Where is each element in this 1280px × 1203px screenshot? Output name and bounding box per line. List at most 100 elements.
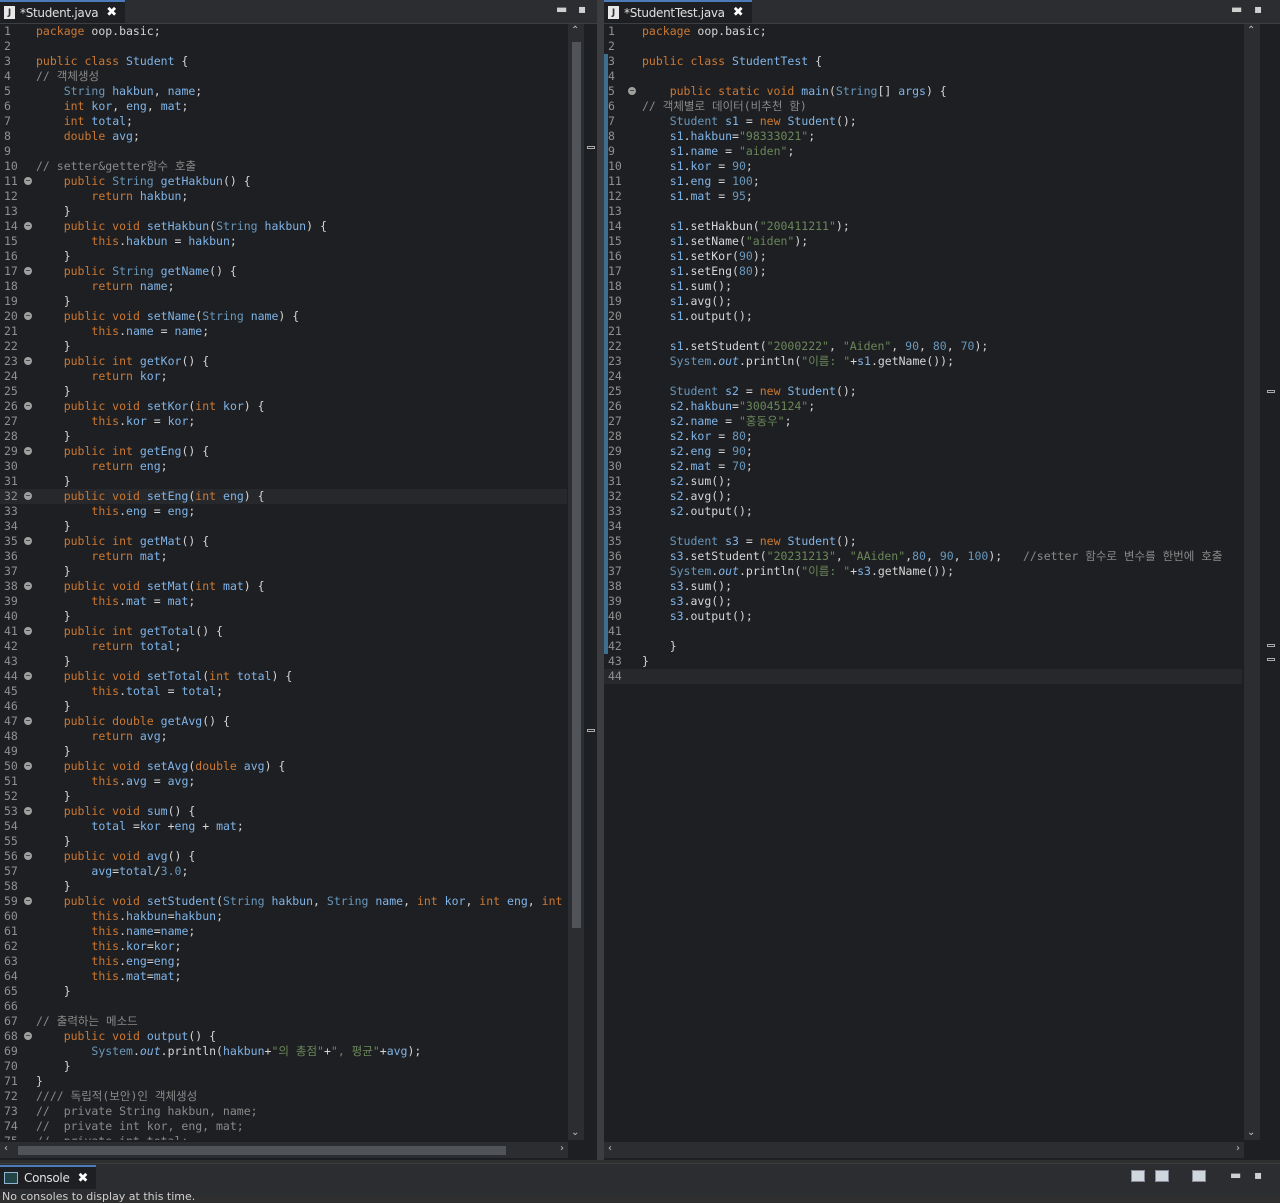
code-line[interactable]: 58 }	[0, 879, 567, 894]
code-line[interactable]: 70 }	[0, 1059, 567, 1074]
code-line[interactable]: 28 s2.kor = 80;	[604, 429, 1242, 444]
fold-toggle-icon[interactable]: −	[24, 897, 32, 905]
code-line[interactable]: 56− public void avg() {	[0, 849, 567, 864]
code-line[interactable]: 13	[604, 204, 1242, 219]
horizontal-scrollbar[interactable]: ‹ ›	[0, 1142, 568, 1158]
code-line[interactable]: 9	[0, 144, 567, 159]
fold-toggle-icon[interactable]: −	[24, 852, 32, 860]
code-line[interactable]: 18 s1.sum();	[604, 279, 1242, 294]
scroll-right-icon[interactable]: ›	[1236, 1143, 1240, 1154]
code-line[interactable]: 1 package oop.basic;	[0, 24, 567, 39]
fold-toggle-icon[interactable]: −	[24, 762, 32, 770]
code-line[interactable]: 6 int kor, eng, mat;	[0, 99, 567, 114]
code-line[interactable]: 72 //// 독립적(보안)인 객체생성	[0, 1089, 567, 1104]
overview-marker[interactable]	[1267, 644, 1275, 647]
code-line[interactable]: 43 }	[0, 654, 567, 669]
code-line[interactable]: 28 }	[0, 429, 567, 444]
scroll-up-icon[interactable]: ⌃	[571, 25, 579, 36]
code-line[interactable]: 55 }	[0, 834, 567, 849]
maximize-icon[interactable]: ▪	[578, 2, 586, 16]
code-area[interactable]: 1 package oop.basic; 2 3 public class Studen…	[604, 24, 1242, 1140]
code-line[interactable]: 52 }	[0, 789, 567, 804]
code-line[interactable]: 14 s1.setHakbun("200411211");	[604, 219, 1242, 234]
code-line[interactable]: 37 }	[0, 564, 567, 579]
code-line[interactable]: 29− public int getEng() {	[0, 444, 567, 459]
maximize-icon[interactable]: ▪	[1254, 2, 1262, 16]
overview-marker[interactable]	[1267, 390, 1275, 393]
code-line[interactable]: 6// 객체별로 데이터(비추천 함)	[604, 99, 1242, 114]
code-line[interactable]: 5− public static void main(String[] args…	[604, 84, 1242, 99]
code-line[interactable]: 48 return avg;	[0, 729, 567, 744]
editor-split-sash[interactable]	[597, 0, 604, 1160]
display-console-icon[interactable]	[1155, 1170, 1169, 1182]
code-line[interactable]: 34	[604, 519, 1242, 534]
code-line[interactable]: 75 // private int total;	[0, 1134, 567, 1140]
code-line[interactable]: 43}	[604, 654, 1242, 669]
code-line[interactable]: 27 s2.name = "홍동우";	[604, 414, 1242, 429]
code-line[interactable]: 67 // 출력하는 메소드	[0, 1014, 567, 1029]
code-line[interactable]: 27 this.kor = kor;	[0, 414, 567, 429]
code-line[interactable]: 4	[604, 69, 1242, 84]
fold-toggle-icon[interactable]: −	[24, 492, 32, 500]
code-line[interactable]: 42 return total;	[0, 639, 567, 654]
fold-toggle-icon[interactable]: −	[24, 267, 32, 275]
scroll-thumb[interactable]	[572, 42, 581, 928]
fold-toggle-icon[interactable]: −	[24, 672, 32, 680]
code-line[interactable]: 30 return eng;	[0, 459, 567, 474]
code-line[interactable]: 64 this.mat=mat;	[0, 969, 567, 984]
code-line[interactable]: 26 s2.hakbun="30045124";	[604, 399, 1242, 414]
code-line[interactable]: 66	[0, 999, 567, 1014]
fold-toggle-icon[interactable]: −	[24, 222, 32, 230]
tab-studenttest-java[interactable]: J *StudentTest.java ✖	[604, 0, 752, 23]
minimize-icon[interactable]: ▬	[1230, 1168, 1241, 1182]
fold-toggle-icon[interactable]: −	[24, 357, 32, 365]
code-line[interactable]: 26− public void setKor(int kor) {	[0, 399, 567, 414]
code-line[interactable]: 2	[0, 39, 567, 54]
code-line[interactable]: 34 }	[0, 519, 567, 534]
code-line[interactable]: 39 this.mat = mat;	[0, 594, 567, 609]
code-line[interactable]: 10 s1.kor = 90;	[604, 159, 1242, 174]
code-line[interactable]: 31 s2.sum();	[604, 474, 1242, 489]
code-line[interactable]: 50− public void setAvg(double avg) {	[0, 759, 567, 774]
fold-toggle-icon[interactable]: −	[24, 582, 32, 590]
code-line[interactable]: 45 this.total = total;	[0, 684, 567, 699]
scroll-left-icon[interactable]: ‹	[608, 1143, 612, 1154]
code-line[interactable]: 13 }	[0, 204, 567, 219]
code-line[interactable]: 3 public class Student {	[0, 54, 567, 69]
code-line[interactable]: 23 System.out.println("이름: "+s1.getName(…	[604, 354, 1242, 369]
code-line[interactable]: 25 }	[0, 384, 567, 399]
fold-toggle-icon[interactable]: −	[24, 447, 32, 455]
fold-toggle-icon[interactable]: −	[24, 177, 32, 185]
code-line[interactable]: 20− public void setName(String name) {	[0, 309, 567, 324]
code-line[interactable]: 71}	[0, 1074, 567, 1089]
code-line[interactable]: 7 Student s1 = new Student();	[604, 114, 1242, 129]
code-line[interactable]: 24 return kor;	[0, 369, 567, 384]
code-line[interactable]: 19 }	[0, 294, 567, 309]
code-line[interactable]: 17− public String getName() {	[0, 264, 567, 279]
code-line[interactable]: 8 double avg;	[0, 129, 567, 144]
code-line[interactable]: 16 }	[0, 249, 567, 264]
code-line[interactable]: 49 }	[0, 744, 567, 759]
code-line[interactable]: 37 System.out.println("이름: "+s3.getName(…	[604, 564, 1242, 579]
code-line[interactable]: 25 Student s2 = new Student();	[604, 384, 1242, 399]
scroll-up-icon[interactable]: ⌃	[1247, 25, 1255, 36]
fold-toggle-icon[interactable]: −	[24, 627, 32, 635]
fold-toggle-icon[interactable]: −	[24, 312, 32, 320]
code-line[interactable]: 40 }	[0, 609, 567, 624]
scroll-down-icon[interactable]: ⌄	[1247, 1127, 1255, 1138]
minimize-icon[interactable]: ▬	[1231, 2, 1242, 16]
code-line[interactable]: 1 package oop.basic;	[604, 24, 1242, 39]
scroll-down-icon[interactable]: ⌄	[571, 1127, 579, 1138]
code-line[interactable]: 36 return mat;	[0, 549, 567, 564]
code-line[interactable]: 35 Student s3 = new Student();	[604, 534, 1242, 549]
code-line[interactable]: 22 s1.setStudent("2000222", "Aiden", 90,…	[604, 339, 1242, 354]
code-line[interactable]: 18 return name;	[0, 279, 567, 294]
scroll-thumb[interactable]	[18, 1146, 506, 1155]
code-line[interactable]: 41− public int getTotal() {	[0, 624, 567, 639]
clear-console-icon[interactable]	[1131, 1170, 1145, 1182]
code-line[interactable]: 39 s3.avg();	[604, 594, 1242, 609]
code-line[interactable]: 47− public double getAvg() {	[0, 714, 567, 729]
code-line[interactable]: 57 avg=total/3.0;	[0, 864, 567, 879]
close-icon[interactable]: ✖	[78, 1171, 89, 1186]
code-line[interactable]: 12 s1.mat = 95;	[604, 189, 1242, 204]
